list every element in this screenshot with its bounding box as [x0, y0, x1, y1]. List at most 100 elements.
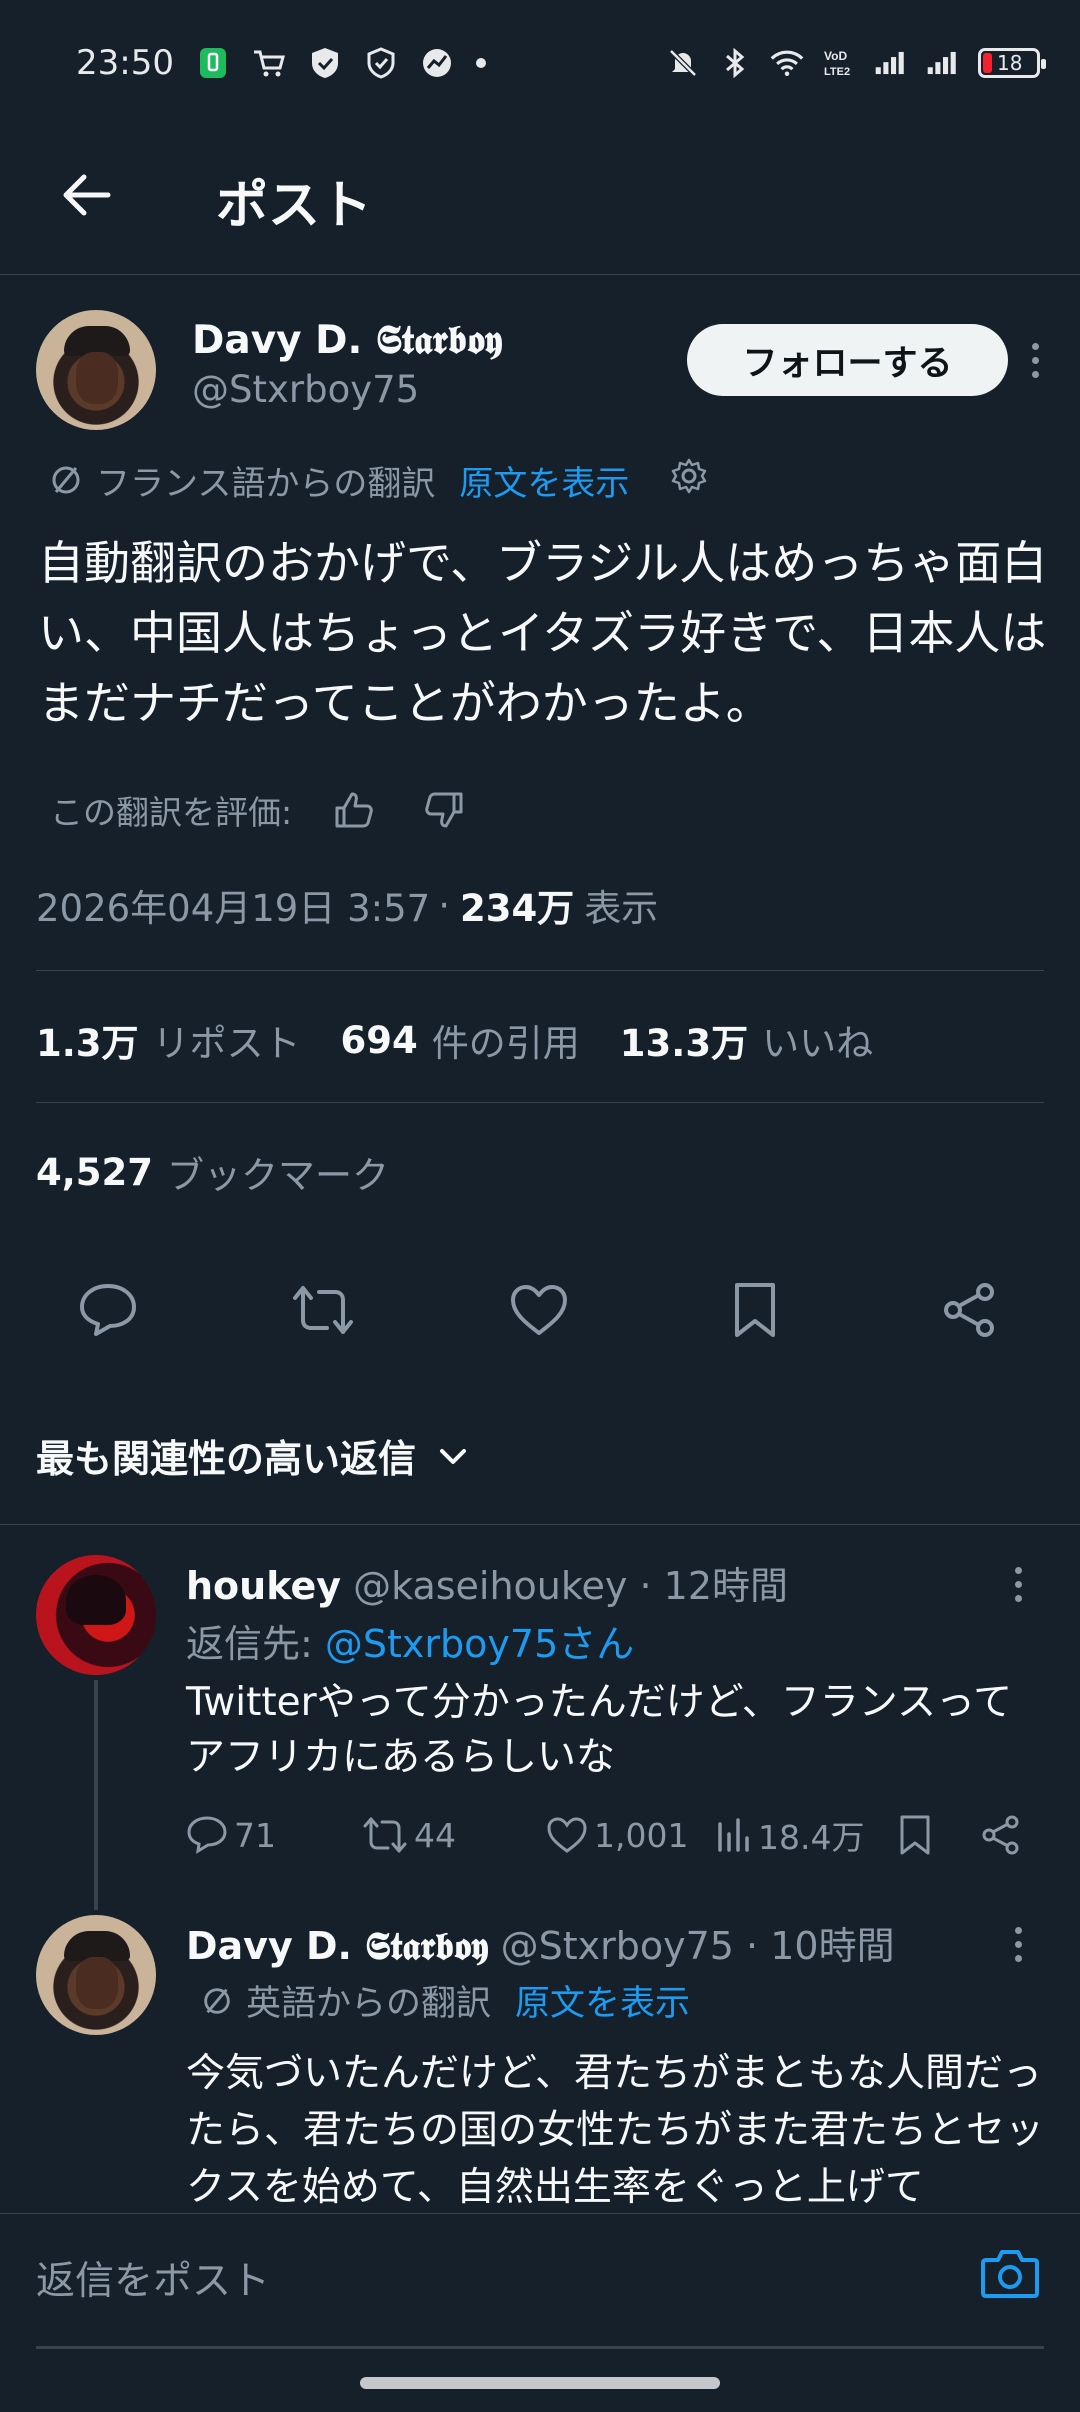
post-text: 自動翻訳のおかげで、ブラジル人はめっちゃ面白い、中国人はちょっとイタズラ好きで、… [38, 536, 1048, 730]
reply-translation-row: 英語からの翻訳 原文を表示 [200, 1975, 690, 2026]
follow-button[interactable]: フォローする [687, 324, 1008, 396]
reply-to-handle[interactable]: @Stxrboy75さん [325, 1622, 634, 1666]
reposts-label: リポスト [152, 1022, 301, 1065]
reply-repost-button[interactable]: 44 [362, 1805, 456, 1865]
engagement-stats: 1.3万 リポスト 694 件の引用 13.3万 いいね [36, 1010, 913, 1070]
translate-icon [52, 466, 80, 494]
bookmarks-count: 4,527 [36, 1150, 154, 1194]
divider [36, 970, 1044, 971]
reply-translation-label: 英語からの翻訳 [246, 1984, 492, 2024]
reply-author-handle[interactable]: @Stxrboy75 [501, 1924, 734, 1968]
post-timestamp: 2026年04月19日 3:57 [36, 887, 431, 930]
repost-button[interactable] [291, 1278, 355, 1342]
share-icon [982, 1815, 1019, 1855]
author-handle[interactable]: @Stxrboy75 [192, 368, 419, 411]
thumbs-up-button[interactable] [324, 780, 384, 840]
svg-text:VoD: VoD [824, 49, 847, 63]
bookmarks-label: ブックマーク [167, 1154, 390, 1197]
shield-outline-icon [364, 46, 398, 80]
author-avatar[interactable] [36, 310, 156, 430]
translation-settings-button[interactable] [669, 456, 709, 505]
svg-text:LTE2: LTE2 [824, 66, 850, 78]
reply-reply-button[interactable]: 71 [186, 1805, 276, 1865]
heart-icon [511, 1285, 567, 1335]
quotes-label: 件の引用 [431, 1022, 580, 1065]
repost-icon [293, 1286, 353, 1334]
signal-2-icon [926, 46, 960, 80]
home-indicator[interactable] [360, 2377, 720, 2389]
quotes-count: 694 [340, 1018, 418, 1062]
author-name[interactable]: Davy D. 𝕾𝖙𝖆𝖗𝖇𝖔𝖞 [192, 318, 502, 363]
reply-avatar[interactable] [36, 1555, 156, 1675]
reply-share-button[interactable] [980, 1805, 1022, 1865]
reply-more-button[interactable] [998, 1919, 1038, 1969]
status-time: 23:50 [76, 42, 174, 83]
rate-translation-row: この翻訳を評価: [50, 780, 474, 840]
reply-sort-selector[interactable]: 最も関連性の高い返信 [36, 1425, 468, 1485]
reply-actions: 71 44 1,001 18.4万 [186, 1805, 1046, 1865]
reply-header: Davy D. 𝕾𝖙𝖆𝖗𝖇𝖔𝖞 @Stxrboy75 · 10時間 [186, 1924, 895, 1968]
like-button[interactable] [507, 1278, 571, 1342]
translate-icon [204, 1987, 230, 2014]
battery-saver-icon [196, 46, 230, 80]
signal-1-icon [874, 46, 908, 80]
top-nav: ポスト [0, 125, 1080, 275]
analytics-icon [718, 1818, 749, 1852]
page-title: ポスト [216, 176, 373, 236]
reply-to-label: 返信先: [186, 1622, 313, 1666]
camera-button[interactable] [978, 2242, 1042, 2306]
thumbs-down-icon [425, 792, 463, 828]
back-button[interactable] [56, 165, 116, 225]
likes-label: いいね [762, 1022, 874, 1065]
reply-composer: 返信をポスト [0, 2213, 1080, 2349]
quotes-stat[interactable]: 694 件の引用 [341, 1013, 580, 1067]
reply-bookmark-button[interactable] [898, 1805, 932, 1865]
reply-author-handle[interactable]: @kaseihoukey [353, 1564, 627, 1608]
camera-icon [981, 2250, 1039, 2298]
cart-icon [252, 46, 286, 80]
reply-like-button[interactable]: 1,001 [546, 1805, 688, 1865]
heart-icon [547, 1817, 587, 1853]
bluetooth-icon [718, 46, 752, 80]
reply-author-name[interactable]: Davy D. 𝕾𝖙𝖆𝖗𝖇𝖔𝖞 [186, 1924, 489, 1968]
reply-view-count: 18.4万 [758, 1818, 865, 1857]
repost-icon [363, 1817, 407, 1853]
likes-stat[interactable]: 13.3万 いいね [620, 1013, 873, 1067]
reply-input[interactable]: 返信をポスト [36, 2250, 270, 2306]
bookmarks-stat: 4,527 ブックマーク [36, 1142, 389, 1202]
divider [36, 1102, 1044, 1103]
likes-count: 13.3万 [619, 1022, 749, 1065]
reply-icon [187, 1816, 227, 1854]
reply-like-count: 1,001 [594, 1815, 689, 1855]
reposts-count: 1.3万 [36, 1022, 139, 1065]
post-action-bar [0, 1270, 1080, 1350]
reply-button[interactable] [76, 1278, 140, 1342]
reply-show-original-link[interactable]: 原文を表示 [515, 1975, 690, 2026]
bookmark-button[interactable] [723, 1278, 787, 1342]
share-button[interactable] [938, 1278, 1002, 1342]
bookmark-icon [900, 1815, 930, 1855]
reply-author-name[interactable]: houkey [186, 1564, 341, 1608]
reply-repost-count: 44 [414, 1815, 456, 1855]
shield-check-icon [308, 46, 342, 80]
share-icon [944, 1283, 994, 1337]
show-original-link[interactable]: 原文を表示 [459, 456, 629, 505]
reply-time: 12時間 [663, 1564, 789, 1608]
reply-time: 10時間 [770, 1924, 895, 1968]
wifi-icon [770, 46, 804, 80]
muted-bell-icon [666, 46, 700, 80]
translation-row: フランス語からの翻訳 原文を表示 [48, 455, 709, 505]
thumbs-down-button[interactable] [414, 780, 474, 840]
reply-avatar[interactable] [36, 1915, 156, 2035]
reply-reply-count: 71 [234, 1815, 276, 1855]
battery-icon: 18 [978, 47, 1046, 78]
thumbs-up-icon [335, 792, 373, 828]
volte-icon: VoD LTE2 [822, 46, 856, 80]
more-options-button[interactable] [1015, 335, 1055, 385]
reply-more-button[interactable] [998, 1559, 1038, 1609]
reply-to-line: 返信先: @Stxrboy75さん [186, 1613, 634, 1668]
thread-connector [94, 1680, 98, 1910]
reposts-stat[interactable]: 1.3万 リポスト [36, 1013, 301, 1067]
reply-header: houkey @kaseihoukey · 12時間 [186, 1564, 789, 1608]
reply-views-button[interactable]: 18.4万 [716, 1805, 864, 1865]
